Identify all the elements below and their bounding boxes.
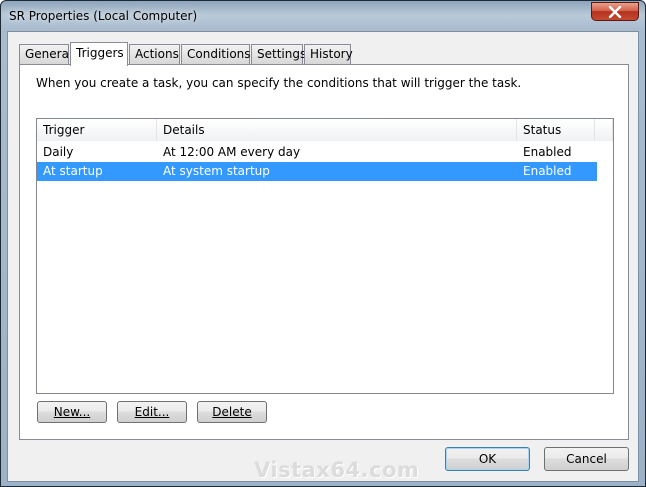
properties-window: SR Properties (Local Computer) General T… [0,0,646,487]
list-header: Trigger Details Status [37,119,613,141]
list-row-daily[interactable]: Daily At 12:00 AM every day Enabled [37,143,597,162]
cell-trigger: At startup [43,164,103,178]
tab-settings[interactable]: Settings [251,44,306,65]
ok-button[interactable]: OK [445,447,530,471]
list-row-at-startup[interactable]: At startup At system startup Enabled [37,162,597,181]
edit-button[interactable]: Edit... [117,401,187,423]
triggers-list[interactable]: Trigger Details Status Daily At 12:00 AM… [36,118,614,394]
tab-conditions[interactable]: Conditions [181,44,251,65]
cell-details: At 12:00 AM every day [163,145,301,159]
delete-button-label: Delete [212,405,252,419]
tab-actions[interactable]: Actions [129,44,180,65]
triggers-panel: When you create a task, you can specify … [19,64,629,440]
window-title: SR Properties (Local Computer) [9,9,198,23]
close-icon [608,5,622,18]
delete-button[interactable]: Delete [197,401,267,423]
dialog-client-area: General Triggers Actions Conditions Sett… [7,31,639,482]
new-button[interactable]: New... [37,401,107,423]
new-button-label: New... [53,405,91,419]
watermark: Vistax64.com [254,458,420,482]
tab-triggers[interactable]: Triggers [70,42,128,66]
tab-general[interactable]: General [19,44,72,65]
column-header-filler [595,119,613,141]
close-button[interactable] [591,2,639,21]
edit-button-label: Edit... [134,405,170,419]
column-header-trigger[interactable]: Trigger [37,119,157,141]
column-header-status[interactable]: Status [517,119,595,141]
cancel-button[interactable]: Cancel [544,447,629,471]
panel-description: When you create a task, you can specify … [36,76,522,90]
cell-status: Enabled [523,164,572,178]
cell-details: At system startup [163,164,270,178]
column-header-details[interactable]: Details [157,119,517,141]
tab-history[interactable]: History [304,44,353,65]
cell-status: Enabled [523,145,572,159]
cell-trigger: Daily [43,145,74,159]
title-bar[interactable]: SR Properties (Local Computer) [1,1,645,31]
